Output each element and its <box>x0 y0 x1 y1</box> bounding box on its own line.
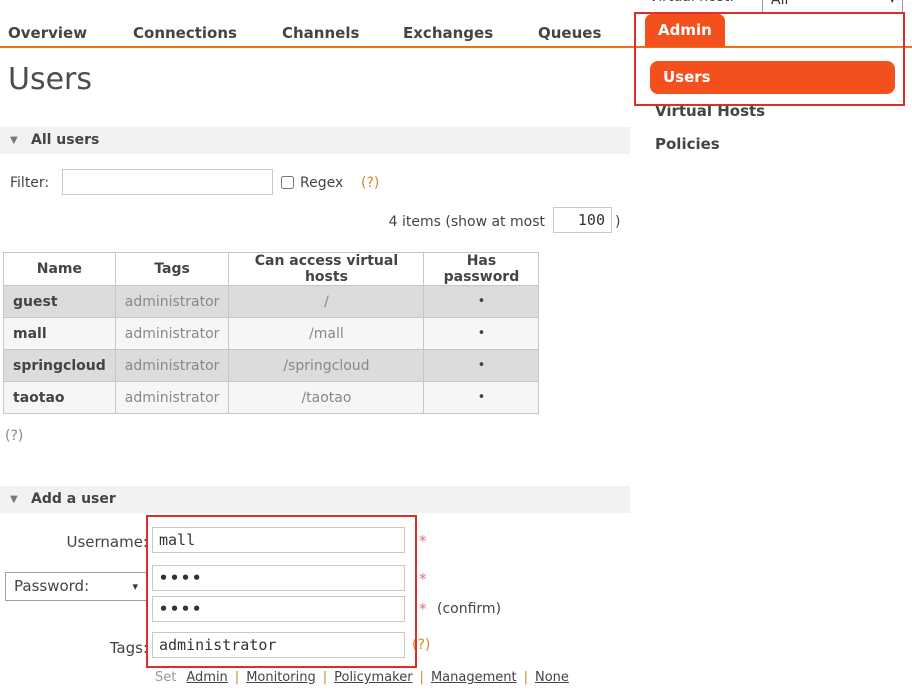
collapse-triangle-icon: ▼ <box>10 135 18 146</box>
filter-label: Filter: <box>10 175 49 191</box>
chevron-down-icon: ▾ <box>132 573 138 600</box>
separator: | <box>420 670 424 685</box>
tags-help-link[interactable]: (?) <box>412 637 430 653</box>
sidebar-item-policies[interactable]: Policies <box>655 135 720 153</box>
set-option-management[interactable]: Management <box>431 670 517 685</box>
separator: | <box>235 670 239 685</box>
regex-label: Regex <box>300 175 343 191</box>
tab-overview[interactable]: Overview <box>8 24 87 42</box>
page-title: Users <box>8 62 92 97</box>
user-name-link[interactable]: guest <box>4 286 116 318</box>
user-tags: administrator <box>115 318 229 350</box>
password-type-value: Password: <box>14 577 89 595</box>
table-header-row: Name Tags Can access virtual hosts Has p… <box>4 253 539 286</box>
col-header-name: Name <box>4 253 116 286</box>
virtual-host-label: Virtual host: <box>649 0 734 6</box>
user-vhosts: / <box>229 286 424 318</box>
user-vhosts: /mall <box>229 318 424 350</box>
regex-checkbox[interactable] <box>281 176 294 189</box>
all-users-section-header[interactable]: ▼ All users <box>0 127 630 154</box>
tags-input[interactable] <box>152 632 405 658</box>
add-user-section-title: Add a user <box>31 491 116 507</box>
items-count-text: 4 items (show at most <box>290 214 545 230</box>
password-type-select[interactable]: Password: ▾ <box>5 572 147 601</box>
required-asterisk: * <box>419 532 427 550</box>
user-name-link[interactable]: springcloud <box>4 350 116 382</box>
required-asterisk: * <box>419 570 427 588</box>
password-input[interactable] <box>152 565 405 591</box>
table-row: guest administrator / • <box>4 286 539 318</box>
sidebar-item-users[interactable]: Users <box>650 61 895 94</box>
tab-channels[interactable]: Channels <box>282 24 359 42</box>
add-user-section-header[interactable]: ▼ Add a user <box>0 486 630 513</box>
password-confirm-input[interactable] <box>152 596 405 622</box>
user-tags: administrator <box>115 286 229 318</box>
set-label: Set <box>155 670 176 685</box>
col-header-has-password: Has password <box>424 253 539 286</box>
tab-admin[interactable]: Admin <box>645 14 725 47</box>
show-at-most-input[interactable] <box>553 207 612 233</box>
table-row: springcloud administrator /springcloud • <box>4 350 539 382</box>
required-asterisk: * <box>419 600 427 618</box>
virtual-host-select[interactable]: All ▾ <box>762 0 903 14</box>
set-option-policymaker[interactable]: Policymaker <box>334 670 412 685</box>
has-password-dot: • <box>424 318 539 350</box>
has-password-dot: • <box>424 286 539 318</box>
filter-input[interactable] <box>62 169 273 195</box>
users-table: Name Tags Can access virtual hosts Has p… <box>3 252 539 414</box>
set-option-monitoring[interactable]: Monitoring <box>246 670 316 685</box>
set-option-none[interactable]: None <box>535 670 569 685</box>
user-name-link[interactable]: taotao <box>4 382 116 414</box>
regex-help-link[interactable]: (?) <box>361 175 379 191</box>
rabbitmq-users-page: { "topbar": { "vhost_label": "Virtual ho… <box>0 0 912 694</box>
has-password-dot: • <box>424 350 539 382</box>
sidebar-item-virtual-hosts[interactable]: Virtual Hosts <box>655 102 765 120</box>
separator: | <box>524 670 528 685</box>
tab-exchanges[interactable]: Exchanges <box>403 24 493 42</box>
set-tags-shortcuts: Set Admin | Monitoring | Policymaker | Manageme… <box>155 670 569 685</box>
tab-queues[interactable]: Queues <box>538 24 601 42</box>
username-input[interactable] <box>152 527 405 553</box>
has-password-dot: • <box>424 382 539 414</box>
chevron-down-icon: ▾ <box>889 0 895 13</box>
username-label: Username: <box>0 533 148 551</box>
col-header-vhosts: Can access virtual hosts <box>229 253 424 286</box>
user-tags: administrator <box>115 350 229 382</box>
set-option-admin[interactable]: Admin <box>186 670 227 685</box>
virtual-host-value: All <box>771 0 788 8</box>
nav-underline <box>0 46 912 48</box>
tab-connections[interactable]: Connections <box>133 24 237 42</box>
table-help-link[interactable]: (?) <box>5 428 23 444</box>
user-vhosts: /springcloud <box>229 350 424 382</box>
table-row: taotao administrator /taotao • <box>4 382 539 414</box>
user-tags: administrator <box>115 382 229 414</box>
tags-label: Tags: <box>0 639 148 657</box>
all-users-section-title: All users <box>31 132 99 148</box>
col-header-tags: Tags <box>115 253 229 286</box>
collapse-triangle-icon: ▼ <box>10 494 18 505</box>
user-name-link[interactable]: mall <box>4 318 116 350</box>
user-vhosts: /taotao <box>229 382 424 414</box>
table-row: mall administrator /mall • <box>4 318 539 350</box>
confirm-note: (confirm) <box>437 601 501 617</box>
items-count-suffix: ) <box>615 214 620 230</box>
separator: | <box>323 670 327 685</box>
